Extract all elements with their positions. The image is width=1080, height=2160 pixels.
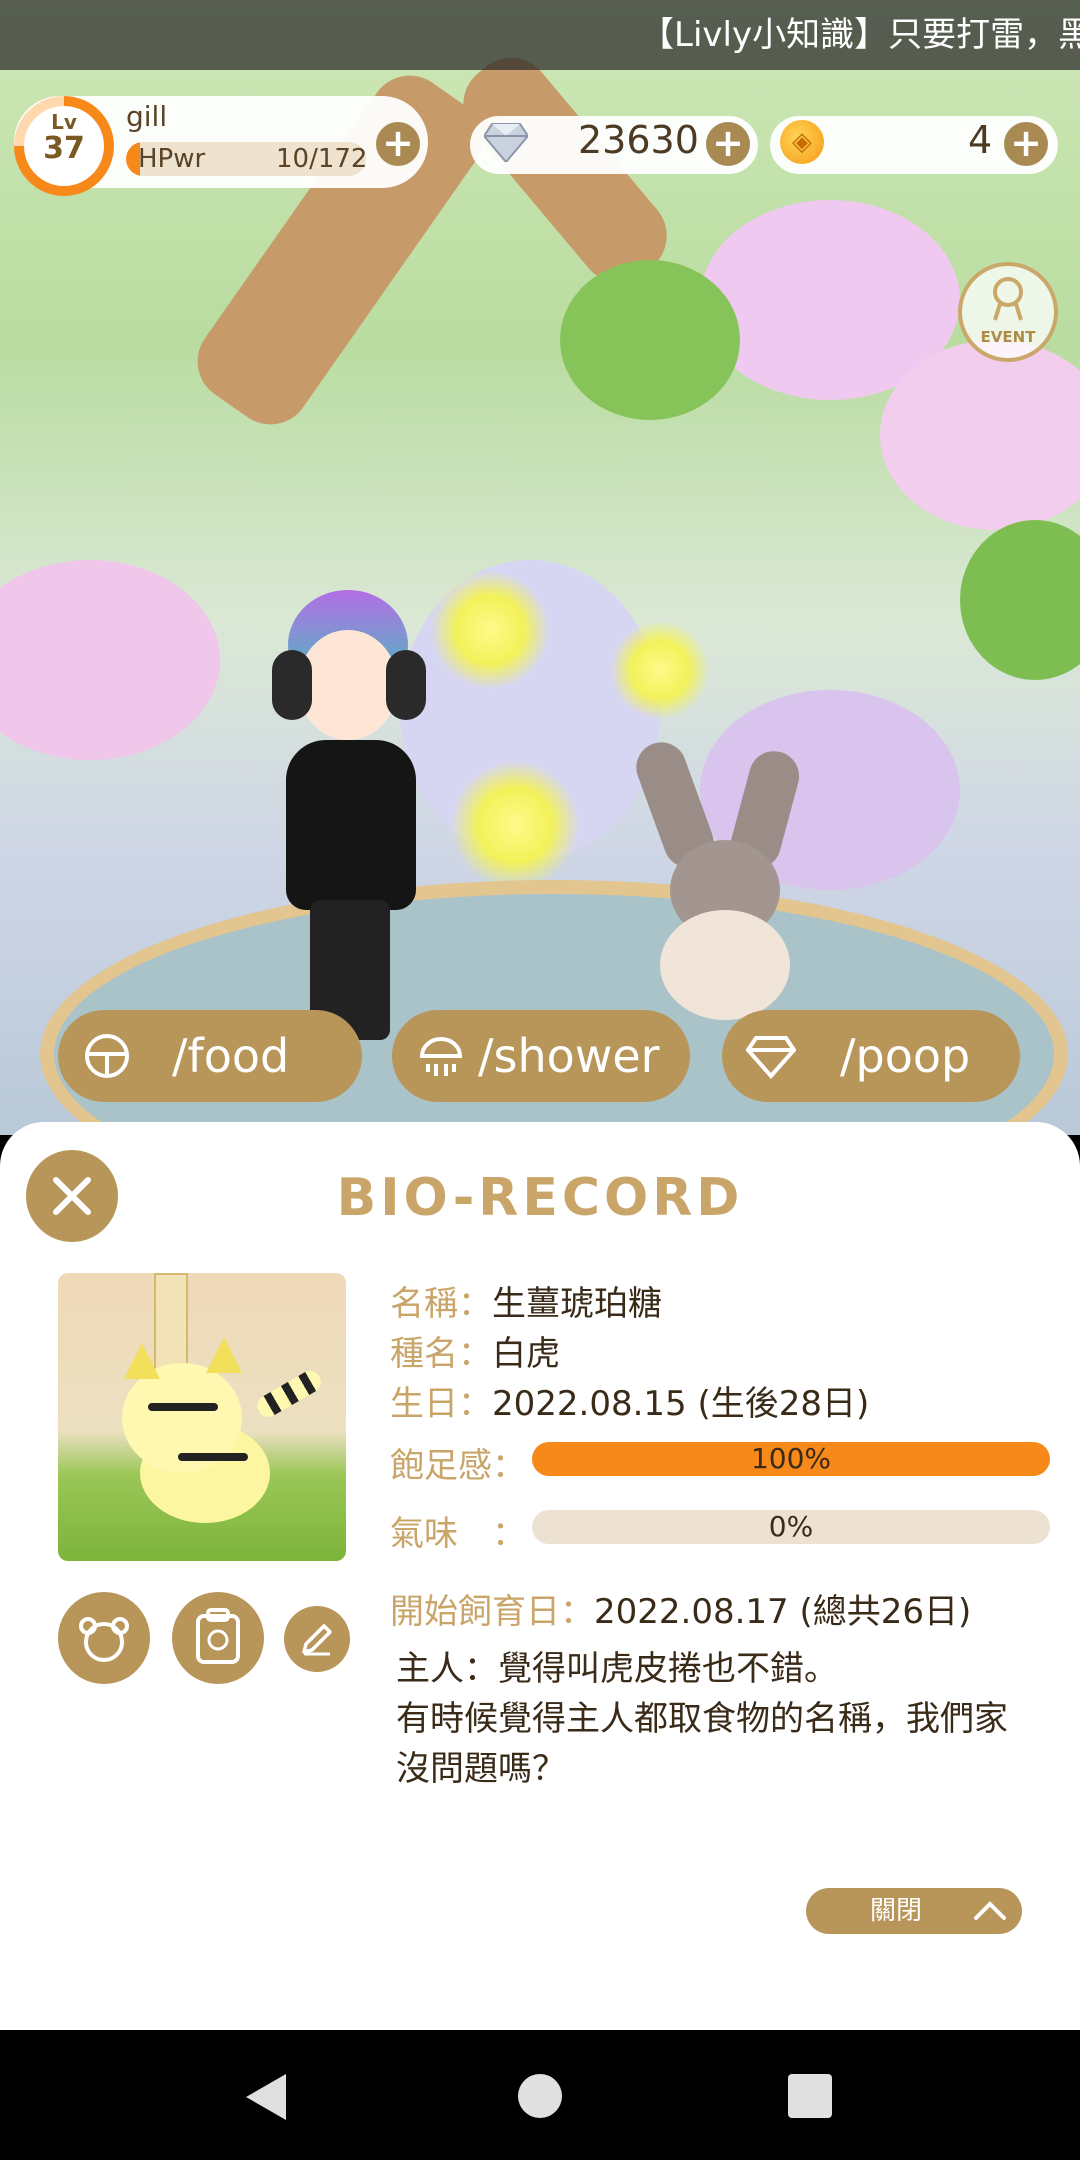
tiger-ear xyxy=(124,1343,160,1379)
pet-name-row: 名稱：生薑琥珀糖 xyxy=(390,1276,662,1325)
hp-label: HPwr xyxy=(138,144,206,174)
food-bowl-icon xyxy=(85,1034,129,1078)
bunny-pet[interactable] xyxy=(629,735,830,1020)
hydrangea-bush xyxy=(0,560,220,760)
garden-scene: 【Livly小知識】只要打雷，黑 Lv 37 gill HPwr 10/172 … xyxy=(0,0,1080,1135)
start-date-value: 2022.08.17 (總共26日) xyxy=(594,1592,972,1632)
birthday-key: 生日： xyxy=(390,1384,492,1424)
satiety-value: 100% xyxy=(750,1442,832,1475)
glowing-orb xyxy=(450,760,580,890)
chevron-up-icon xyxy=(974,1901,1006,1920)
coin-count: 4 xyxy=(968,118,993,162)
shower-label: /shower xyxy=(478,1029,660,1083)
headphones-icon xyxy=(386,650,426,720)
shower-button[interactable]: /shower xyxy=(392,1010,690,1102)
food-button[interactable]: /food xyxy=(58,1010,362,1102)
poop-label: /poop xyxy=(840,1029,971,1083)
add-hp-button[interactable]: + xyxy=(376,122,420,166)
tiger-stripe xyxy=(178,1453,248,1461)
pet-name-key: 名稱： xyxy=(390,1284,492,1324)
pet-face-icon xyxy=(79,1617,129,1662)
start-date-row: 開始飼育日：2022.08.17 (總共26日) xyxy=(390,1584,971,1633)
collapse-label: 關閉 xyxy=(870,1896,923,1926)
owner-memo: 主人：覺得叫虎皮捲也不錯。 有時候覺得主人都取食物的名稱，我們家沒問題嗎？ xyxy=(396,1649,1008,1789)
tiger-ear xyxy=(206,1337,242,1373)
bunny-body xyxy=(660,910,790,1020)
coin-icon: ◈ xyxy=(780,120,824,164)
start-date-key: 開始飼育日： xyxy=(390,1592,594,1632)
tiger-tail xyxy=(253,1366,325,1422)
pencil-icon xyxy=(302,1624,332,1656)
home-icon[interactable] xyxy=(516,2072,564,2120)
player-avatar[interactable] xyxy=(250,590,440,1060)
poop-button[interactable]: /poop xyxy=(722,1010,1020,1102)
glowing-orb xyxy=(430,570,550,690)
glowing-orb xyxy=(610,620,710,720)
event-ribbon-icon xyxy=(993,277,1023,321)
level-number: 37 xyxy=(43,131,85,166)
food-label: /food xyxy=(172,1029,290,1083)
news-ticker[interactable]: 【Livly小知識】只要打雷，黑 xyxy=(0,0,1080,70)
smell-label: 氣味 ： xyxy=(390,1514,526,1554)
shower-icon xyxy=(419,1037,463,1076)
avatar-face xyxy=(298,630,398,740)
diamond-icon xyxy=(484,123,528,162)
add-coins-button[interactable]: + xyxy=(1004,122,1048,166)
smell-bar: 0% xyxy=(532,1510,1050,1544)
clipboard-icon xyxy=(196,1608,240,1664)
event-button[interactable]: EVENT xyxy=(958,262,1058,362)
satiety-label: 飽足感： xyxy=(390,1446,526,1486)
add-gems-button[interactable]: + xyxy=(706,122,750,166)
species-value: 白虎 xyxy=(492,1334,560,1374)
back-icon[interactable] xyxy=(242,2070,292,2124)
smell-value: 0% xyxy=(768,1510,814,1543)
ticker-text: 【Livly小知識】只要打雷，黑 xyxy=(640,15,1080,55)
edit-memo-button[interactable] xyxy=(284,1606,350,1672)
birthday-value: 2022.08.15 (生後28日) xyxy=(492,1384,870,1424)
collapse-button[interactable]: 關閉 xyxy=(806,1888,1022,1934)
satiety-bar: 100% xyxy=(532,1442,1050,1476)
tiger-stripe xyxy=(148,1403,218,1411)
level-badge: Lv 37 xyxy=(14,112,114,166)
gem-count: 23630 xyxy=(578,118,699,162)
species-key: 種名： xyxy=(390,1334,492,1374)
event-label: EVENT xyxy=(980,328,1036,346)
recents-icon[interactable] xyxy=(786,2072,834,2120)
headphones-icon xyxy=(272,650,312,720)
leaf-cluster xyxy=(560,260,740,420)
species-row: 種名：白虎 xyxy=(390,1326,560,1375)
player-name: gill xyxy=(126,100,168,133)
pet-face-button[interactable] xyxy=(58,1592,150,1684)
pet-album-button[interactable] xyxy=(172,1592,264,1684)
pet-portrait xyxy=(58,1273,346,1561)
hp-value: 10/172 xyxy=(276,144,368,174)
pet-name-value: 生薑琥珀糖 xyxy=(492,1284,662,1324)
system-nav-bar xyxy=(0,2030,1080,2160)
birthday-row: 生日：2022.08.15 (生後28日) xyxy=(390,1376,869,1425)
panel-title: BIO-RECORD xyxy=(336,1168,744,1228)
avatar-hoodie xyxy=(286,740,416,910)
leaf-cluster xyxy=(960,520,1080,680)
poop-icon xyxy=(746,1036,796,1080)
level-label: Lv xyxy=(51,110,77,134)
